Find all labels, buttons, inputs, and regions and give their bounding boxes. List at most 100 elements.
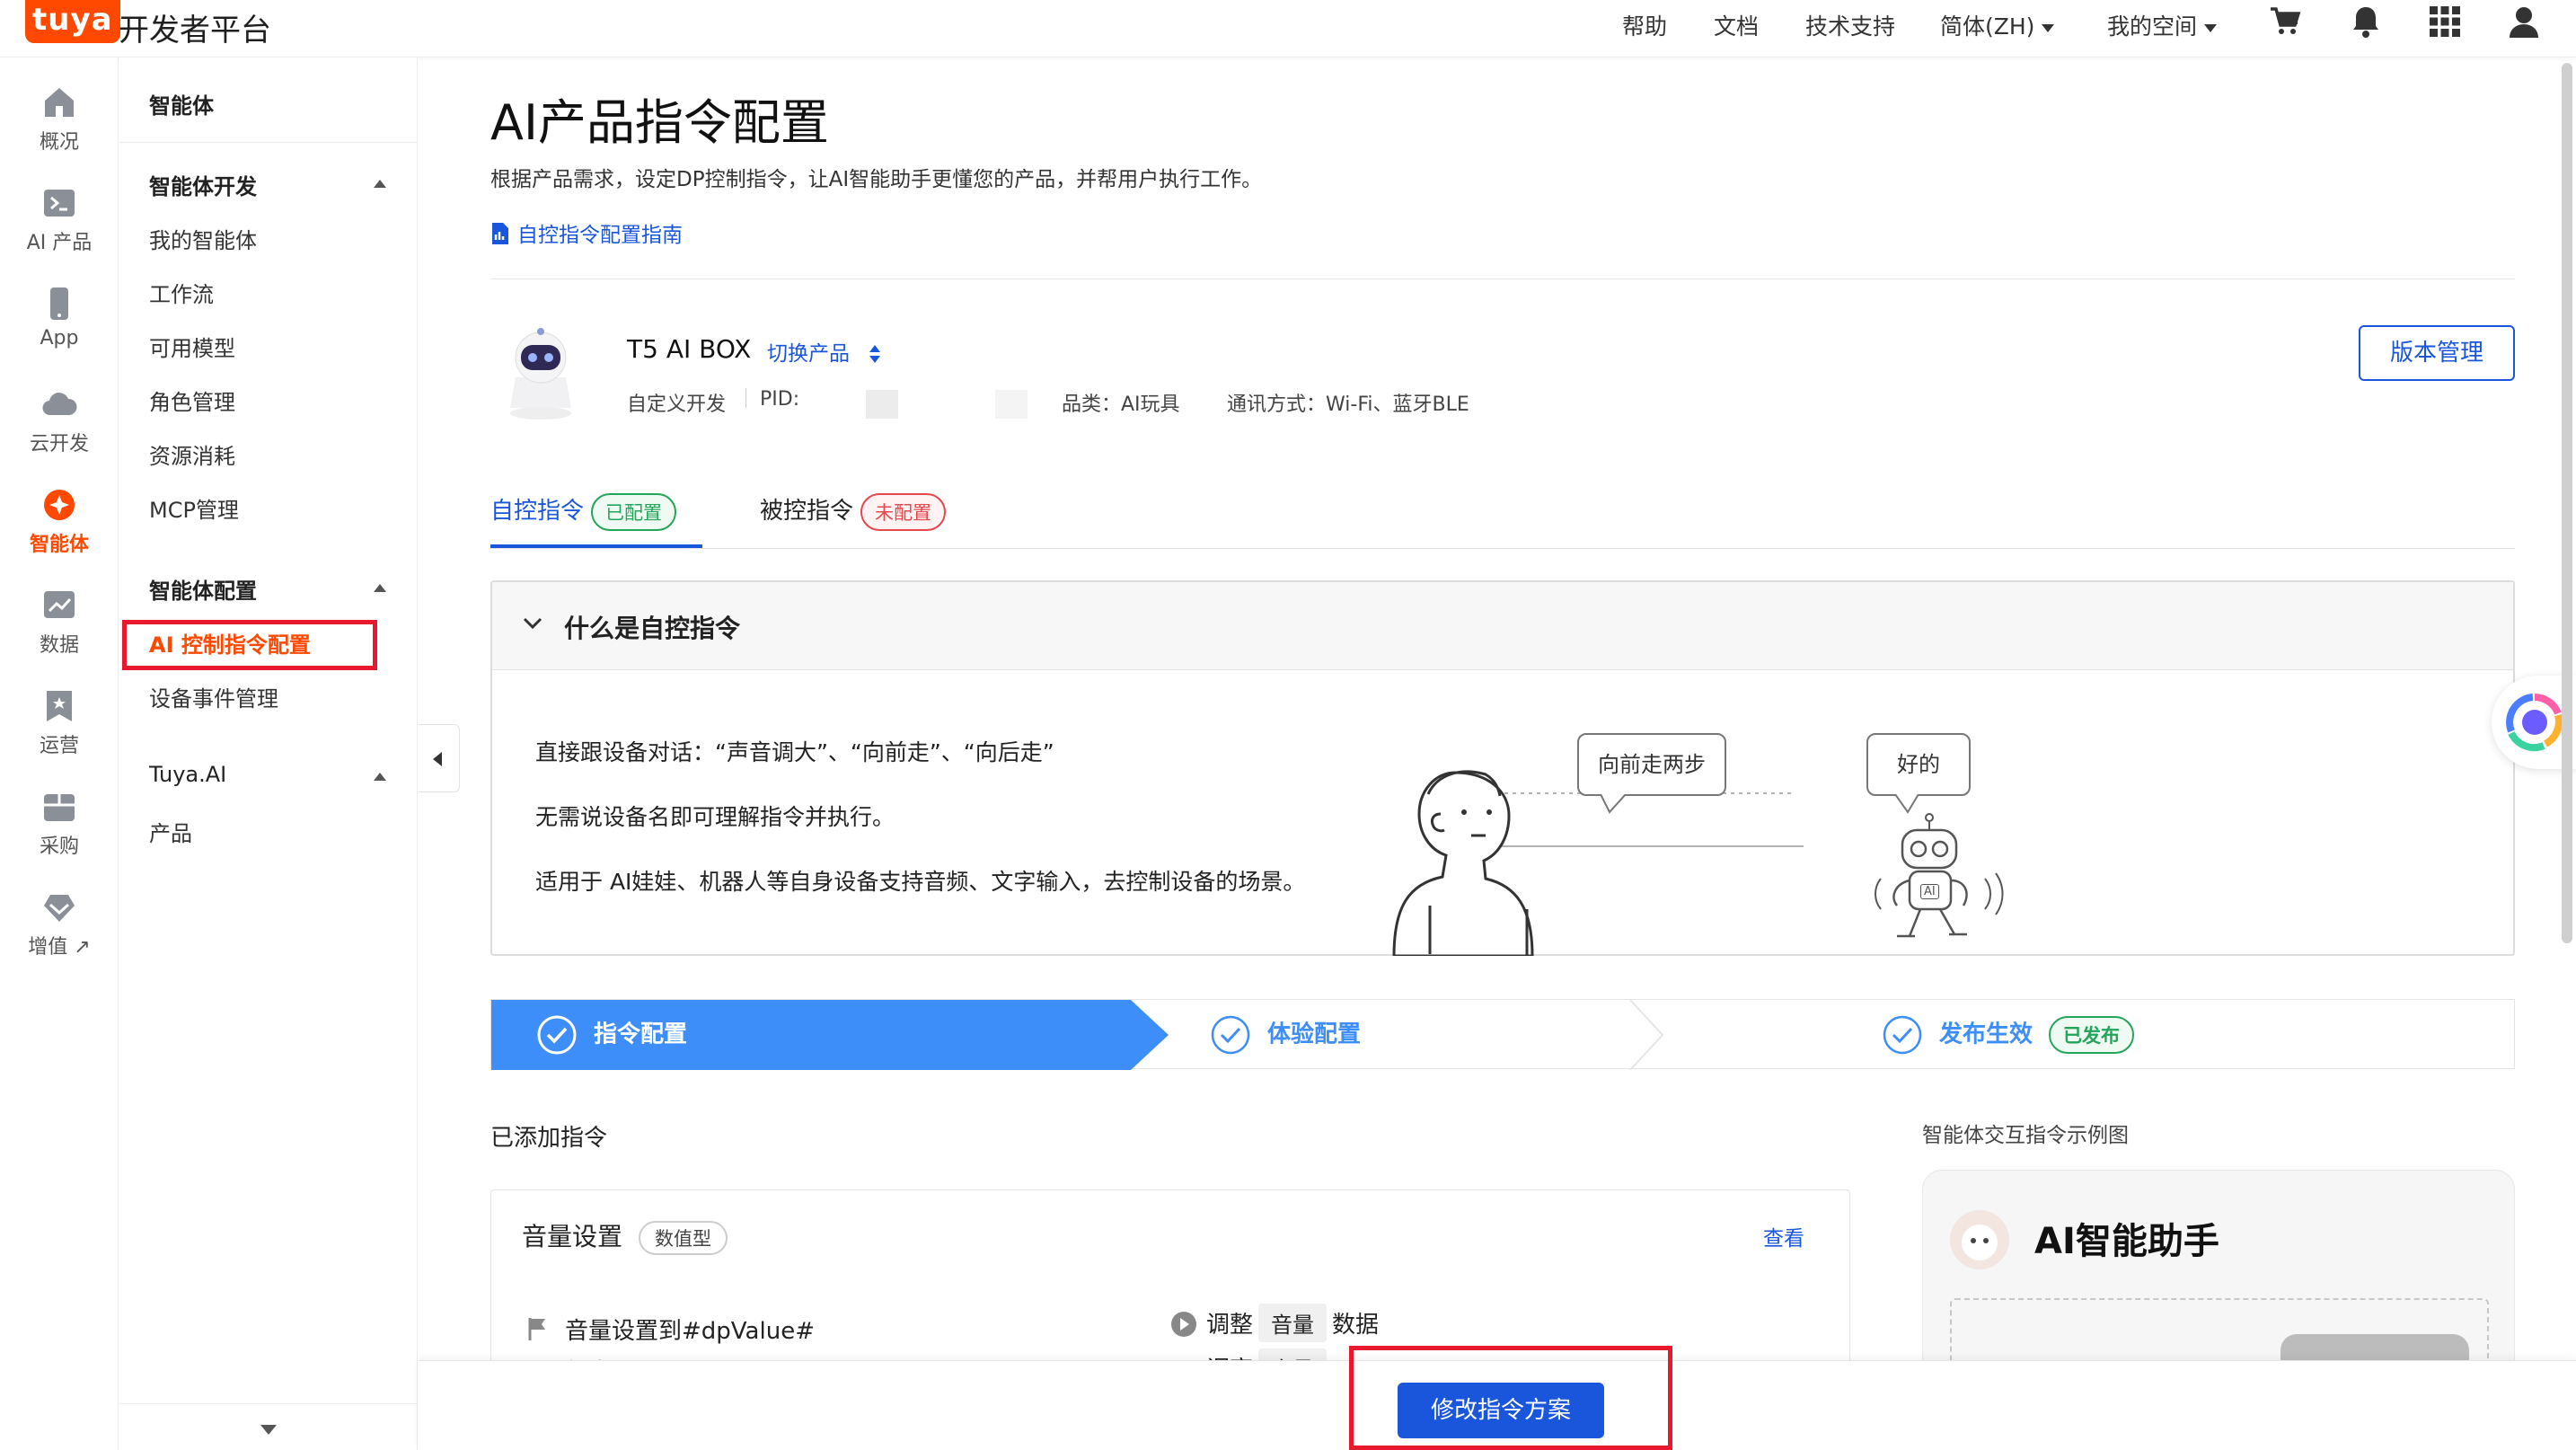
my-space-label: 我的空间 (2107, 13, 2198, 40)
nav-help[interactable]: 帮助 (1622, 9, 1667, 41)
view-link[interactable]: 查看 (1763, 1221, 1804, 1251)
panel-title: 什么是自控指令 (564, 614, 741, 643)
page-description: 根据产品需求，设定DP控制指令，让AI智能助手更懂您的产品，并帮用户执行工作。 (490, 168, 1263, 191)
highlight-box (122, 620, 377, 670)
rail-label: 云开发 (29, 433, 89, 455)
sidebar-collapse-button[interactable] (419, 724, 460, 792)
robot-badge: AI (1920, 884, 1939, 899)
chevron-down-icon[interactable] (260, 1425, 277, 1435)
app-name: 开发者平台 (119, 13, 271, 49)
diamond-icon (44, 895, 75, 922)
guide-link[interactable]: 自控指令配置指南 (490, 217, 683, 248)
version-management-button[interactable]: 版本管理 (2359, 325, 2515, 381)
step-publish[interactable]: 发布生效 已发布 (1882, 1014, 2135, 1056)
rail-item-app[interactable]: App (0, 286, 119, 349)
sidebar-item-product[interactable]: 产品 (149, 816, 192, 847)
cart-icon[interactable] (2267, 4, 2303, 40)
user-icon[interactable] (2506, 4, 2542, 40)
panel-header[interactable]: 什么是自控指令 (492, 582, 2513, 670)
rail-item-ai-product[interactable]: AI 产品 (0, 185, 119, 255)
left-rail: 概况 AI 产品 App 云开发 智能体 数据 运营 采购 增值 ↗ (0, 57, 119, 1450)
rail-label: 智能体 (29, 534, 89, 556)
status-badge: 已配置 (591, 492, 677, 531)
type-badge: 数值型 (639, 1221, 728, 1255)
scrollbar[interactable] (2562, 63, 2572, 943)
cloud-icon (42, 393, 77, 416)
rail-item-agent[interactable]: 智能体 (0, 487, 119, 557)
explanation-panel: 什么是自控指令 直接跟设备对话：“声音调大”、“向前走”、“向后走” 无需说设备… (490, 580, 2515, 956)
terminal-icon (44, 190, 75, 217)
highlight-box (1349, 1346, 1672, 1450)
tab-label: 被控指令 (760, 498, 854, 525)
chevron-down-icon (2042, 23, 2055, 32)
pid-redacted (866, 390, 898, 419)
sidebar-group-tuya-ai[interactable]: Tuya.AI (149, 762, 226, 787)
box-icon (44, 794, 75, 821)
switch-product-button[interactable]: 切换产品 (767, 336, 881, 367)
step-experience-config[interactable]: 体验配置 (1210, 1014, 1361, 1056)
step-label: 发布生效 (1939, 1021, 2033, 1048)
sidebar-item-mcp[interactable]: MCP管理 (149, 492, 239, 524)
pid-redacted (995, 390, 1028, 419)
assistant-avatar (1950, 1210, 2009, 1269)
rail-item-data[interactable]: 数据 (0, 588, 119, 658)
step-divider-icon (1629, 1000, 1664, 1070)
rail-item-purchase[interactable]: 采购 (0, 789, 119, 859)
rail-label: 运营 (39, 735, 79, 757)
robot-avatar (510, 328, 571, 420)
top-bar: tuya 开发者平台 帮助 文档 技术支持 简体(ZH) 我的空间 (0, 0, 2576, 57)
tuya-logo[interactable]: tuya (25, 0, 120, 43)
sidebar-group-agent-dev[interactable]: 智能体开发 (149, 169, 257, 200)
switch-product-label: 切换产品 (767, 342, 850, 366)
nav-my-space[interactable]: 我的空间 (2107, 9, 2218, 41)
language-label: 简体(ZH) (1940, 13, 2035, 40)
tab-self-control[interactable]: 自控指令 已配置 (490, 492, 677, 531)
guide-link-label: 自控指令配置指南 (517, 224, 683, 247)
divider (119, 142, 418, 143)
sidebar-item-device-events[interactable]: 设备事件管理 (149, 681, 278, 712)
divider (745, 388, 746, 408)
apps-grid-icon[interactable] (2427, 4, 2463, 40)
bell-icon[interactable] (2348, 4, 2384, 40)
category: 品类：AI玩具 (1062, 393, 1180, 416)
sidebar-item-my-agents[interactable]: 我的智能体 (149, 223, 257, 254)
command-action: 调整 音量 数据 (1170, 1304, 1379, 1342)
sidebar-item-resources[interactable]: 资源消耗 (149, 438, 235, 470)
sidebar-item-workflow[interactable]: 工作流 (149, 277, 214, 308)
rail-item-overview[interactable]: 概况 (0, 84, 119, 155)
bookmark-icon (47, 691, 72, 721)
document-icon (492, 223, 508, 244)
check-circle-icon (1883, 1015, 1922, 1055)
step-command-config[interactable]: 指令配置 (536, 1014, 687, 1056)
sidebar-item-roles[interactable]: 角色管理 (149, 385, 235, 416)
rail-label: 增值 ↗ (28, 936, 91, 959)
tab-controlled[interactable]: 被控指令 未配置 (760, 492, 947, 531)
action-verb: 调整 (1206, 1312, 1254, 1339)
rail-item-operations[interactable]: 运营 (0, 688, 119, 758)
nav-language[interactable]: 简体(ZH) (1940, 9, 2055, 41)
chevron-up-icon[interactable] (374, 773, 386, 781)
panel-line: 适用于 AI娃娃、机器人等自身设备支持音频、文字输入，去控制设备的场景。 (535, 869, 1306, 895)
added-commands-label: 已添加指令 (490, 1125, 608, 1152)
nav-docs[interactable]: 文档 (1714, 9, 1759, 41)
dev-type: 自定义开发 (627, 393, 727, 416)
sidebar-group-agent-config[interactable]: 智能体配置 (149, 573, 257, 605)
play-icon (1171, 1312, 1196, 1337)
flag-icon (528, 1318, 545, 1340)
chevron-up-icon[interactable] (374, 180, 386, 188)
steps-bar: 指令配置 体验配置 发布生效 已发布 (490, 999, 2515, 1070)
secondary-sidebar: 智能体 智能体开发 我的智能体 工作流 可用模型 角色管理 资源消耗 MCP管理… (119, 57, 418, 1450)
chevron-down-icon (2204, 23, 2218, 32)
bubble-tail (1600, 794, 1627, 814)
rail-label: 数据 (39, 634, 79, 657)
chevron-up-icon[interactable] (374, 584, 386, 592)
check-circle-icon (1211, 1015, 1250, 1055)
robot-illustration (1875, 813, 2004, 938)
rail-item-cloud[interactable]: 云开发 (0, 386, 119, 456)
sidebar-item-models[interactable]: 可用模型 (149, 331, 235, 362)
step-label: 指令配置 (594, 1021, 688, 1048)
nav-support[interactable]: 技术支持 (1805, 9, 1895, 41)
rail-label: 采购 (39, 836, 79, 858)
rail-item-value-added[interactable]: 增值 ↗ (0, 889, 119, 959)
divider (119, 1403, 418, 1404)
